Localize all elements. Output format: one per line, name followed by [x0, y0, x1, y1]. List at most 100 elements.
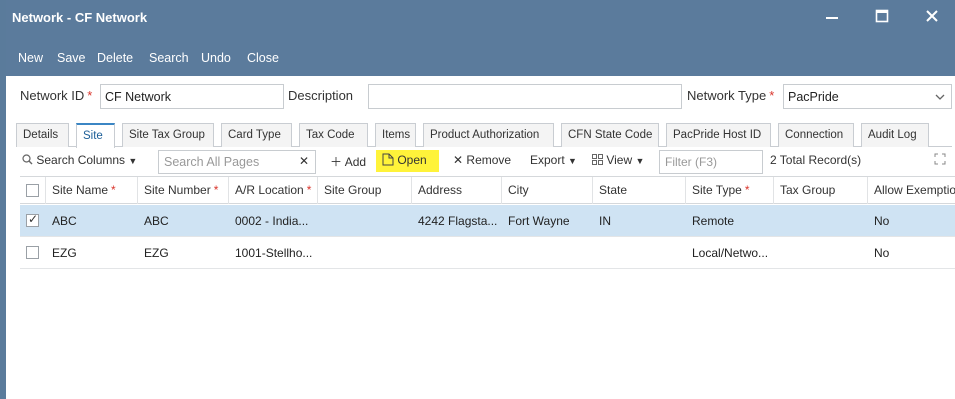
- caret-down-icon: ▼: [568, 156, 577, 166]
- cell-state: IN: [599, 214, 611, 228]
- required-mark: *: [744, 183, 750, 197]
- select-all-checkbox[interactable]: [26, 184, 39, 197]
- open-button[interactable]: Open: [382, 153, 427, 167]
- tab-card-type[interactable]: Card Type: [221, 123, 292, 147]
- close-button[interactable]: Close: [247, 51, 279, 65]
- site-grid: Site Name * Site Number * A/R Location * Si…: [20, 176, 955, 399]
- cell-site-group: [318, 237, 412, 268]
- filter-input[interactable]: Filter (F3): [659, 150, 763, 174]
- network-id-field[interactable]: CF Network: [100, 84, 284, 109]
- tab-items[interactable]: Items: [375, 123, 416, 147]
- column-header-allow-exemption[interactable]: Allow Exemptio: [868, 177, 955, 204]
- grid-toolbar: Search Columns ▼ Search All Pages ✕ ＋ Ad…: [20, 150, 955, 174]
- minimize-icon: [826, 17, 838, 19]
- tab-details[interactable]: Details: [16, 123, 69, 147]
- tab-cfn-state-code[interactable]: CFN State Code: [561, 123, 659, 147]
- expand-icon: [934, 153, 946, 165]
- cell-ar-location: 1001-Stellho...: [235, 246, 313, 260]
- network-type-value: PacPride: [788, 90, 839, 104]
- search-columns-dropdown[interactable]: Search Columns ▼: [22, 153, 137, 167]
- x-icon: ✕: [453, 153, 464, 167]
- required-mark: *: [213, 183, 219, 197]
- tab-product-authorization[interactable]: Product Authorization: [423, 123, 554, 147]
- description-field[interactable]: [368, 84, 682, 109]
- close-window-button[interactable]: [912, 0, 952, 36]
- network-type-label: Network Type *: [687, 88, 775, 103]
- record-count: 2 Total Record(s): [770, 153, 862, 167]
- cell-allow-exemption: No: [874, 246, 890, 260]
- cell-site-name: ABC: [52, 214, 77, 228]
- column-header-city[interactable]: City: [502, 177, 593, 204]
- search-icon: [22, 154, 33, 165]
- delete-button[interactable]: Delete: [97, 51, 133, 65]
- table-row[interactable]: ABC ABC 0002 - India... 4242 Flagsta... …: [20, 205, 955, 237]
- clear-search-icon[interactable]: ✕: [299, 154, 309, 168]
- grid-header: Site Name * Site Number * A/R Location * Si…: [20, 177, 955, 204]
- network-type-select[interactable]: PacPride: [783, 84, 952, 109]
- maximize-icon: [875, 9, 889, 23]
- column-header-site-type[interactable]: Site Type *: [686, 177, 774, 204]
- chevron-down-icon: [935, 94, 945, 100]
- tab-site[interactable]: Site: [76, 123, 115, 148]
- cell-site-type: Remote: [692, 214, 735, 228]
- export-dropdown[interactable]: Export ▼: [530, 153, 577, 167]
- cell-address: [412, 237, 502, 268]
- caret-down-icon: ▼: [128, 156, 138, 166]
- cell-site-number: ABC: [144, 214, 169, 228]
- search-button[interactable]: Search: [149, 51, 189, 65]
- cell-city: Fort Wayne: [508, 214, 570, 228]
- required-mark: *: [306, 183, 312, 197]
- cell-address: 4242 Flagsta...: [418, 214, 498, 228]
- column-header-ar-location[interactable]: A/R Location *: [229, 177, 318, 204]
- cell-site-type: Local/Netwo...: [692, 246, 769, 260]
- required-mark: *: [87, 88, 93, 103]
- cell-site-name: EZG: [52, 246, 77, 260]
- network-window: Network - CF Network New Save Delete Sea…: [0, 0, 955, 399]
- plus-icon: ＋: [330, 155, 343, 169]
- save-button[interactable]: Save: [57, 51, 86, 65]
- undo-button[interactable]: Undo: [201, 51, 231, 65]
- cell-site-group: [318, 205, 412, 236]
- document-icon: [382, 153, 394, 166]
- cell-tax-group: [774, 237, 868, 268]
- close-icon: [926, 10, 938, 22]
- tab-audit-log[interactable]: Audit Log: [861, 123, 929, 147]
- network-id-label: Network ID *: [20, 88, 93, 103]
- tab-tax-code[interactable]: Tax Code: [299, 123, 368, 147]
- view-dropdown[interactable]: View ▼: [592, 153, 644, 167]
- tab-strip: Details Site Site Tax Group Card Type Ta…: [16, 123, 952, 148]
- tab-pacpride-host-id[interactable]: PacPride Host ID: [666, 123, 771, 147]
- window-title: Network - CF Network: [12, 10, 148, 25]
- title-bar: Network - CF Network: [6, 0, 955, 38]
- row-checkbox[interactable]: [26, 246, 39, 259]
- search-all-pages-input[interactable]: Search All Pages: [158, 150, 316, 174]
- grid-icon: [592, 154, 603, 165]
- cell-allow-exemption: No: [874, 214, 890, 228]
- add-button[interactable]: ＋ Add: [330, 153, 366, 170]
- column-header-site-number[interactable]: Site Number *: [138, 177, 229, 204]
- main-toolbar: New Save Delete Search Undo Close: [6, 38, 955, 76]
- cell-tax-group: [774, 205, 868, 236]
- tab-site-tax-group[interactable]: Site Tax Group: [122, 123, 214, 147]
- column-header-state[interactable]: State: [593, 177, 686, 204]
- description-label: Description: [288, 88, 354, 103]
- cell-ar-location: 0002 - India...: [235, 214, 309, 228]
- cell-city: [502, 237, 593, 268]
- new-button[interactable]: New: [18, 51, 43, 65]
- cell-site-number: EZG: [144, 246, 169, 260]
- column-header-address[interactable]: Address: [412, 177, 502, 204]
- cell-state: [593, 237, 686, 268]
- column-header-tax-group[interactable]: Tax Group: [774, 177, 868, 204]
- table-row[interactable]: EZG EZG 1001-Stellho... Local/Netwo... N…: [20, 237, 955, 269]
- maximize-button[interactable]: [862, 0, 902, 36]
- select-all-cell[interactable]: [20, 177, 46, 204]
- column-header-site-name[interactable]: Site Name *: [46, 177, 138, 204]
- expand-icon[interactable]: [934, 153, 946, 168]
- required-mark: *: [769, 88, 775, 103]
- column-header-site-group[interactable]: Site Group: [318, 177, 412, 204]
- row-checkbox[interactable]: [26, 212, 39, 227]
- tab-connection[interactable]: Connection: [778, 123, 854, 147]
- required-mark: *: [111, 183, 116, 197]
- minimize-button[interactable]: [812, 0, 852, 36]
- remove-button[interactable]: ✕ Remove: [453, 153, 511, 167]
